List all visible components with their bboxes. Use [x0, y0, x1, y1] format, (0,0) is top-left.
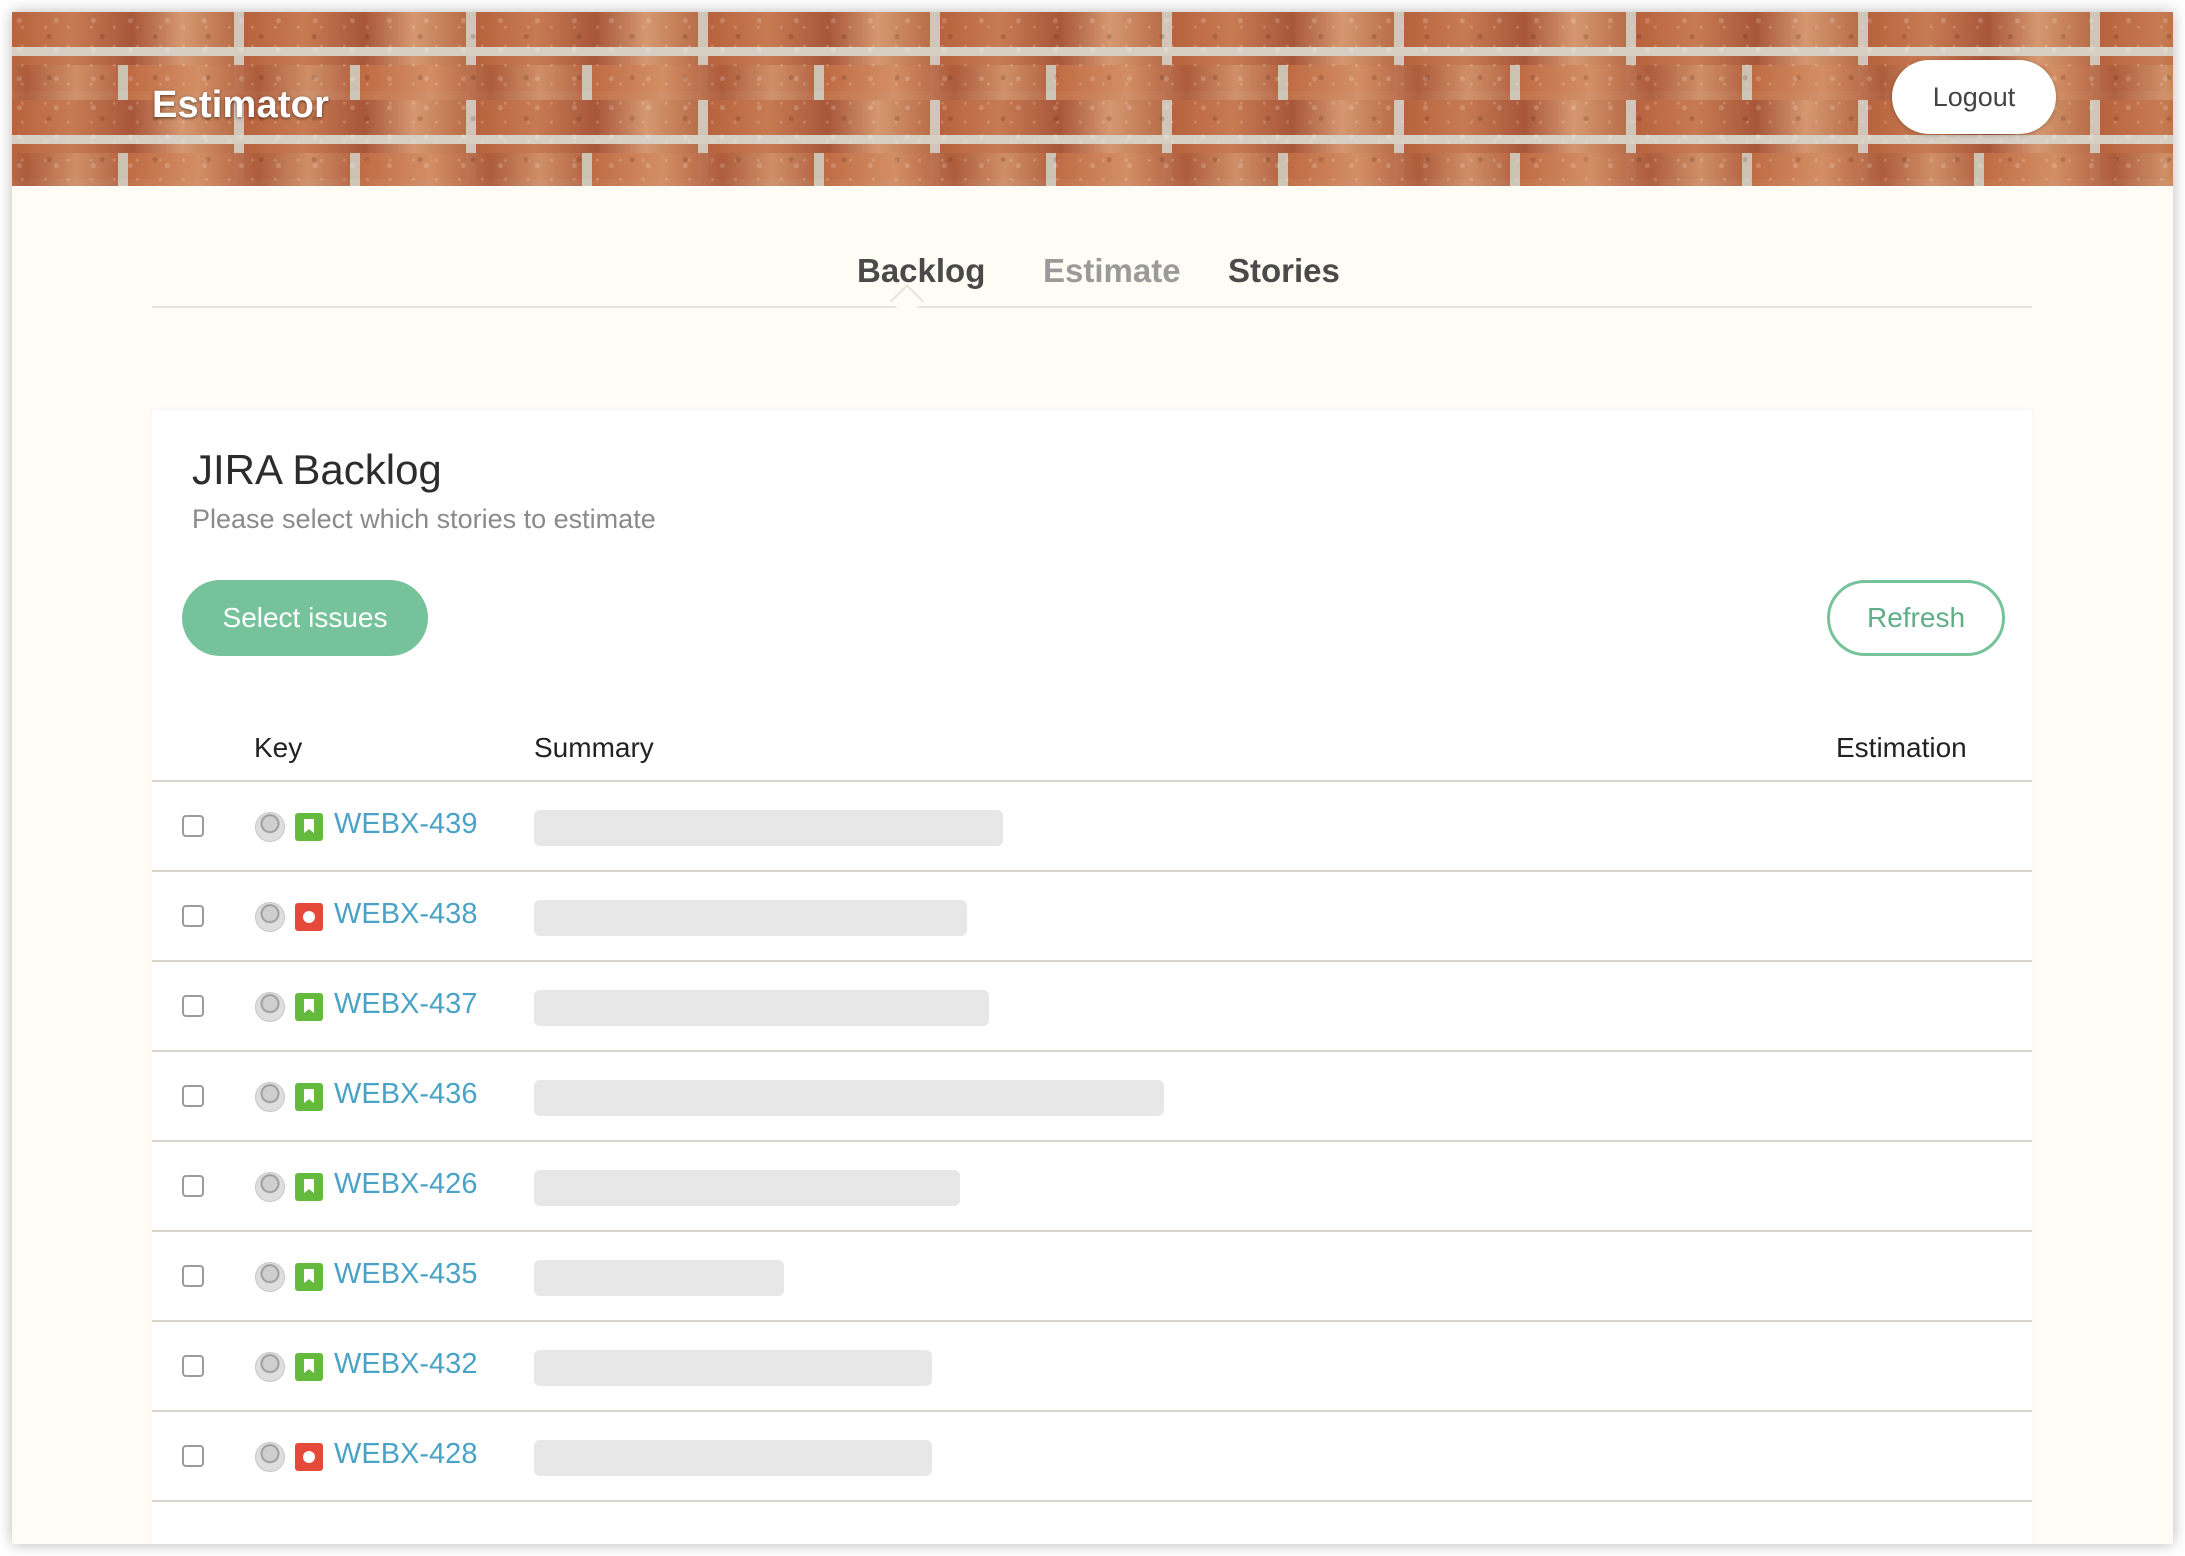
- story-icon: [295, 1173, 323, 1201]
- header-banner: Estimator Logout: [12, 12, 2173, 186]
- table-body: WEBX-439 WEBX-438 WEBX-437 WEBX-436 WEBX…: [152, 782, 2032, 1502]
- select-issues-button[interactable]: Select issues: [182, 580, 428, 656]
- bug-icon: [295, 903, 323, 931]
- summary-placeholder: [534, 1170, 960, 1206]
- row-checkbox[interactable]: [182, 1175, 204, 1197]
- story-icon: [295, 813, 323, 841]
- issue-key-link[interactable]: WEBX-435: [334, 1258, 477, 1291]
- summary-placeholder: [534, 1440, 932, 1476]
- story-icon: [295, 1353, 323, 1381]
- tab-stories[interactable]: Stories: [1228, 252, 1340, 290]
- row-checkbox[interactable]: [182, 1445, 204, 1467]
- row-checkbox[interactable]: [182, 995, 204, 1017]
- summary-placeholder: [534, 810, 1003, 846]
- bug-icon: [295, 1443, 323, 1471]
- issue-key-link[interactable]: WEBX-439: [334, 808, 477, 841]
- refresh-button[interactable]: Refresh: [1827, 580, 2005, 656]
- logout-button[interactable]: Logout: [1892, 60, 2056, 134]
- avatar: [255, 1172, 285, 1202]
- table-row: WEBX-432: [152, 1322, 2032, 1412]
- avatar: [255, 902, 285, 932]
- table-header: Key Summary Estimation: [152, 710, 2032, 782]
- backlog-card: JIRA Backlog Please select which stories…: [152, 410, 2032, 1544]
- tab-estimate[interactable]: Estimate: [1043, 252, 1181, 290]
- avatar: [255, 992, 285, 1022]
- issue-key-link[interactable]: WEBX-426: [334, 1168, 477, 1201]
- issue-key-link[interactable]: WEBX-437: [334, 988, 477, 1021]
- summary-placeholder: [534, 1080, 1164, 1116]
- table-row: WEBX-439: [152, 782, 2032, 872]
- column-header-summary: Summary: [534, 732, 654, 763]
- issue-key-link[interactable]: WEBX-428: [334, 1438, 477, 1471]
- app-title: Estimator: [152, 84, 330, 126]
- tab-bar: Backlog Estimate Stories: [152, 230, 2032, 318]
- row-checkbox[interactable]: [182, 1085, 204, 1107]
- brick-texture-noise: [12, 12, 2173, 186]
- story-icon: [295, 1263, 323, 1291]
- row-checkbox[interactable]: [182, 1355, 204, 1377]
- summary-placeholder: [534, 990, 989, 1026]
- table-row: WEBX-435: [152, 1232, 2032, 1322]
- summary-placeholder: [534, 1260, 784, 1296]
- issue-key-link[interactable]: WEBX-432: [334, 1348, 477, 1381]
- issue-key-link[interactable]: WEBX-438: [334, 898, 477, 931]
- table-row: WEBX-436: [152, 1052, 2032, 1142]
- story-icon: [295, 1083, 323, 1111]
- avatar: [255, 1262, 285, 1292]
- row-checkbox[interactable]: [182, 815, 204, 837]
- avatar: [255, 1352, 285, 1382]
- table-row: WEBX-426: [152, 1142, 2032, 1232]
- summary-placeholder: [534, 1350, 932, 1386]
- row-checkbox[interactable]: [182, 1265, 204, 1287]
- table-row: WEBX-428: [152, 1412, 2032, 1502]
- app-window: Estimator Logout Backlog Estimate Storie…: [12, 12, 2173, 1544]
- tab-backlog[interactable]: Backlog: [857, 252, 985, 290]
- row-checkbox[interactable]: [182, 905, 204, 927]
- avatar: [255, 1442, 285, 1472]
- table-row: WEBX-438: [152, 872, 2032, 962]
- table-row: WEBX-437: [152, 962, 2032, 1052]
- avatar: [255, 1082, 285, 1112]
- summary-placeholder: [534, 900, 967, 936]
- issue-key-link[interactable]: WEBX-436: [334, 1078, 477, 1111]
- story-icon: [295, 993, 323, 1021]
- column-header-key: Key: [254, 732, 303, 763]
- page-title: JIRA Backlog: [192, 446, 442, 493]
- column-header-estimation: Estimation: [1836, 732, 1967, 763]
- avatar: [255, 812, 285, 842]
- page-subtitle: Please select which stories to estimate: [192, 504, 656, 534]
